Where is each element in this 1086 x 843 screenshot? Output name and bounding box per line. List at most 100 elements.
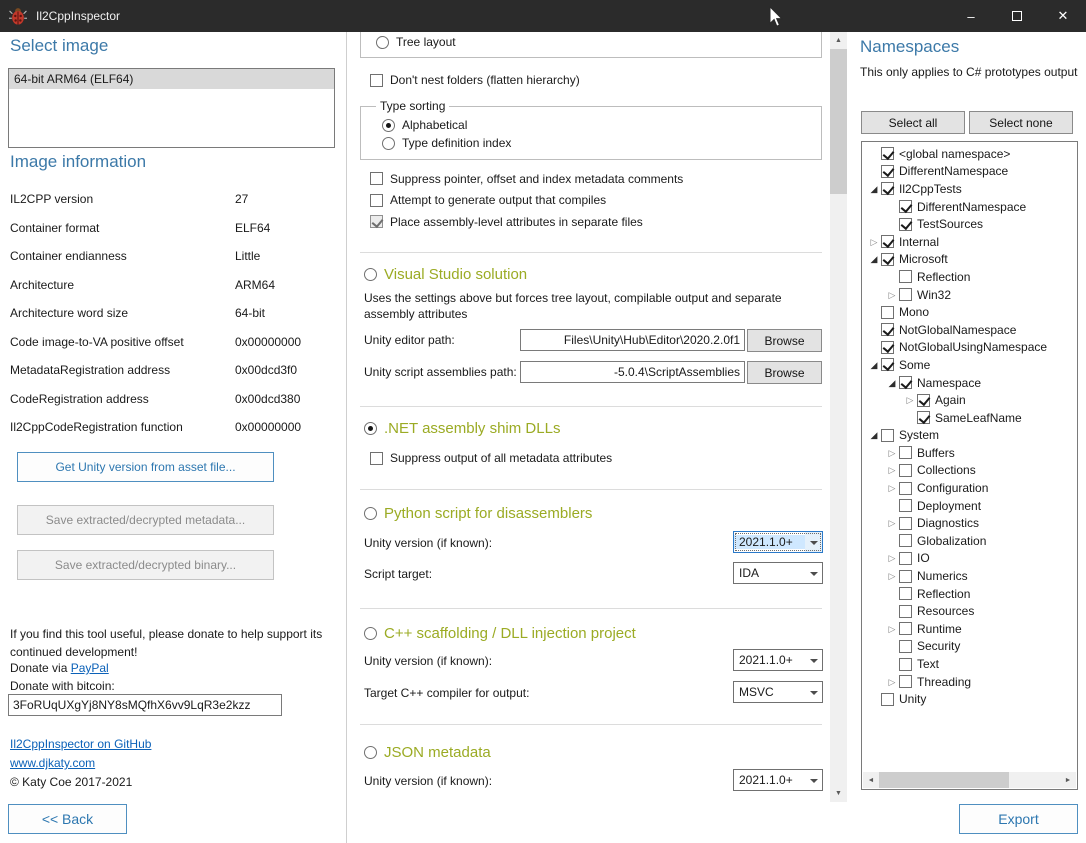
expander-icon[interactable] (885, 376, 899, 390)
tree-item[interactable]: Win32 (863, 286, 1076, 304)
website-link[interactable]: www.djkaty.com (10, 756, 95, 770)
tree-checkbox[interactable] (899, 605, 912, 618)
tree-item[interactable]: Buffers (863, 444, 1076, 462)
type-definition-index-radio[interactable]: Type definition index (382, 136, 511, 150)
bitcoin-address-input[interactable]: 3FoRUqUXgYj8NY8sMQfhX6vv9LqR3e2kzz (8, 694, 282, 716)
json-metadata-radio[interactable]: JSON metadata (364, 744, 491, 761)
tree-checkbox[interactable] (899, 499, 912, 512)
tree-item[interactable]: Some (863, 356, 1076, 374)
option-checkbox-row[interactable]: Suppress pointer, offset and index metad… (370, 168, 830, 190)
tree-item[interactable]: Unity (863, 690, 1076, 708)
tree-item[interactable]: DifferentNamespace (863, 198, 1076, 216)
browse-editor-path-button[interactable]: Browse (747, 329, 822, 352)
maximize-button[interactable] (994, 0, 1040, 32)
save-metadata-button[interactable]: Save extracted/decrypted metadata... (17, 505, 274, 535)
expander-icon[interactable] (885, 569, 899, 583)
tree-checkbox[interactable] (917, 411, 930, 424)
tree-checkbox[interactable] (899, 587, 912, 600)
expander-icon[interactable] (867, 428, 881, 442)
option-checkbox-row[interactable]: Attempt to generate output that compiles (370, 190, 830, 212)
tree-layout-radio[interactable]: Tree layout (376, 35, 456, 49)
tree-checkbox[interactable] (899, 517, 912, 530)
tree-item[interactable]: Mono (863, 303, 1076, 321)
tree-item[interactable]: Il2CppTests (863, 180, 1076, 198)
tree-item[interactable]: Reflection (863, 268, 1076, 286)
flatten-hierarchy-checkbox[interactable]: Don't nest folders (flatten hierarchy) (370, 73, 580, 87)
tree-checkbox[interactable] (899, 376, 912, 389)
tree-item[interactable]: Text (863, 655, 1076, 673)
tree-checkbox[interactable] (899, 446, 912, 459)
tree-checkbox[interactable] (881, 306, 894, 319)
tree-checkbox[interactable] (899, 640, 912, 653)
tree-item[interactable]: NotGlobalNamespace (863, 321, 1076, 339)
expander-icon[interactable] (885, 551, 899, 565)
tree-item[interactable]: Namespace (863, 374, 1076, 392)
tree-checkbox[interactable] (899, 288, 912, 301)
expander-icon[interactable] (903, 393, 917, 407)
python-unity-version-select[interactable]: 2021.1.0+ (733, 531, 823, 553)
json-unity-version-select[interactable]: 2021.1.0+ (733, 769, 823, 791)
tree-item[interactable]: <global namespace> (863, 145, 1076, 163)
tree-checkbox[interactable] (881, 182, 894, 195)
tree-checkbox[interactable] (881, 253, 894, 266)
tree-item[interactable]: Reflection (863, 585, 1076, 603)
tree-item[interactable]: SameLeafName (863, 409, 1076, 427)
tree-item[interactable]: Configuration (863, 479, 1076, 497)
export-button[interactable]: Export (959, 804, 1078, 834)
tree-checkbox[interactable] (917, 394, 930, 407)
tree-checkbox[interactable] (881, 341, 894, 354)
scrollbar-thumb[interactable] (830, 49, 847, 194)
expander-icon[interactable] (885, 675, 899, 689)
image-listbox[interactable]: 64-bit ARM64 (ELF64) (8, 68, 335, 148)
expander-icon[interactable] (885, 516, 899, 530)
expander-icon[interactable] (885, 463, 899, 477)
tree-checkbox[interactable] (899, 270, 912, 283)
expander-icon[interactable] (885, 481, 899, 495)
scroll-left-arrow[interactable]: ◄ (863, 772, 879, 788)
scroll-down-arrow[interactable]: ▼ (830, 785, 847, 802)
middle-scrollbar[interactable]: ▲ ▼ (830, 32, 847, 802)
unity-editor-path-input[interactable]: Files\Unity\Hub\Editor\2020.2.0f1 (520, 329, 745, 351)
tree-item[interactable]: NotGlobalUsingNamespace (863, 339, 1076, 357)
expander-icon[interactable] (867, 358, 881, 372)
scrollbar-track[interactable] (879, 772, 1060, 788)
scroll-right-arrow[interactable]: ► (1060, 772, 1076, 788)
tree-checkbox[interactable] (881, 235, 894, 248)
scroll-up-arrow[interactable]: ▲ (830, 32, 847, 49)
dotnet-shim-radio[interactable]: .NET assembly shim DLLs (364, 420, 560, 437)
tree-checkbox[interactable] (899, 482, 912, 495)
tree-checkbox[interactable] (899, 570, 912, 583)
get-unity-version-button[interactable]: Get Unity version from asset file... (17, 452, 274, 482)
tree-item[interactable]: Microsoft (863, 251, 1076, 269)
tree-item[interactable]: Runtime (863, 620, 1076, 638)
expander-icon[interactable] (885, 288, 899, 302)
python-script-radio[interactable]: Python script for disassemblers (364, 505, 592, 522)
tree-checkbox[interactable] (899, 534, 912, 547)
tree-checkbox[interactable] (899, 464, 912, 477)
expander-icon[interactable] (867, 182, 881, 196)
tree-checkbox[interactable] (899, 658, 912, 671)
tree-checkbox[interactable] (899, 200, 912, 213)
tree-item[interactable]: Numerics (863, 567, 1076, 585)
expander-icon[interactable] (867, 235, 881, 249)
image-list-item[interactable]: 64-bit ARM64 (ELF64) (9, 69, 334, 89)
tree-item[interactable]: Internal (863, 233, 1076, 251)
tree-item[interactable]: Again (863, 391, 1076, 409)
visual-studio-solution-radio[interactable]: Visual Studio solution (364, 266, 527, 283)
suppress-metadata-attributes-checkbox[interactable]: Suppress output of all metadata attribut… (370, 451, 612, 465)
tree-checkbox[interactable] (899, 552, 912, 565)
tree-item[interactable]: TestSources (863, 215, 1076, 233)
tree-item[interactable]: Resources (863, 602, 1076, 620)
tree-checkbox[interactable] (881, 693, 894, 706)
scrollbar-thumb[interactable] (879, 772, 1009, 788)
expander-icon[interactable] (867, 252, 881, 266)
tree-checkbox[interactable] (881, 147, 894, 160)
tree-item[interactable]: Security (863, 638, 1076, 656)
alphabetical-radio[interactable]: Alphabetical (382, 118, 467, 132)
cpp-scaffolding-radio[interactable]: C++ scaffolding / DLL injection project (364, 625, 636, 642)
script-target-select[interactable]: IDA (733, 562, 823, 584)
github-link[interactable]: Il2CppInspector on GitHub (10, 737, 151, 751)
option-checkbox-row[interactable]: Place assembly-level attributes in separ… (370, 211, 830, 233)
tree-item[interactable]: Threading (863, 673, 1076, 691)
browse-assemblies-path-button[interactable]: Browse (747, 361, 822, 384)
